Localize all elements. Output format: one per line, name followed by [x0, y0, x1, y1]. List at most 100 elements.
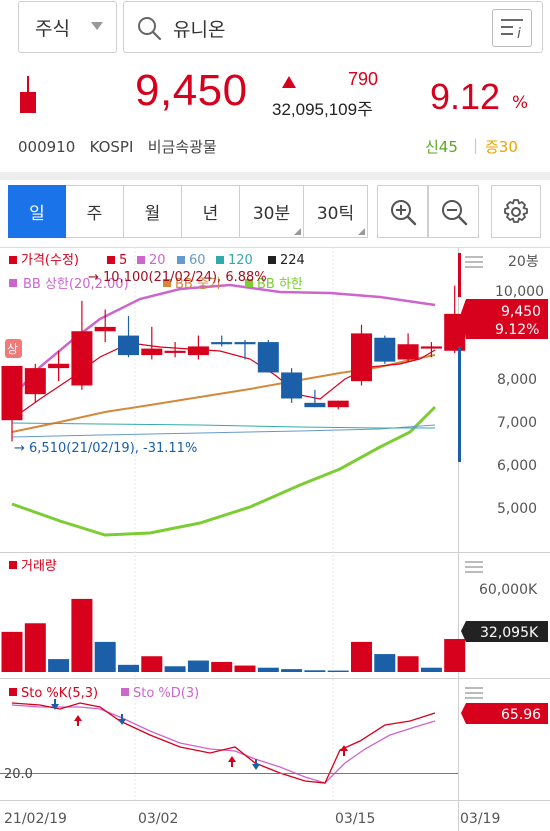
volume-bar: [420, 667, 442, 672]
change-rate-unit: %: [512, 93, 529, 113]
current-volume-value: 32,095K: [480, 625, 539, 641]
volume-bar: [397, 656, 419, 672]
price-range-bar-down: [458, 347, 461, 462]
section-divider: [0, 172, 550, 180]
candle-body: [257, 342, 279, 373]
candle-body: [211, 342, 233, 345]
volume-bar: [94, 641, 116, 672]
candle-body: [420, 346, 442, 349]
y-tick-6000: 6,000: [497, 458, 537, 474]
candle-body: [444, 313, 466, 351]
tab-30tick[interactable]: 30틱: [304, 185, 368, 238]
min-price-annotation: → 6,510(21/02/19), -31.11%: [14, 441, 197, 456]
sto-k-legend: Sto %K(5,3): [21, 686, 98, 701]
stock-search-box[interactable]: 유니온 i: [123, 1, 543, 53]
market-name: KOSPI: [89, 138, 134, 156]
current-rate-tag-value: 9.12%: [495, 322, 539, 338]
candle-body: [327, 400, 349, 408]
candle-body: [164, 350, 186, 353]
volume-bar: [351, 641, 372, 672]
max-price-annotation: → 10,100(21/02/24), 6.88%: [88, 270, 267, 285]
tab-week[interactable]: 주: [66, 185, 124, 238]
volume-bar: [71, 598, 93, 672]
zoom-in-icon: [390, 199, 416, 225]
up-triangle-icon: [282, 76, 296, 88]
tab-label: 30틱: [316, 204, 355, 224]
tab-year[interactable]: 년: [182, 185, 240, 238]
volume-bar: [24, 623, 46, 672]
volume-bar: [327, 670, 349, 672]
new-high-badge: 신45: [425, 138, 458, 156]
candle-body: [397, 344, 419, 360]
candle-body: [234, 342, 256, 345]
chart-settings-button[interactable]: [491, 185, 541, 238]
max-price-text: 10,100(21/02/24), 6.88%: [103, 270, 267, 285]
y-tick-7000: 7,000: [497, 415, 537, 431]
candle-body: [141, 348, 163, 356]
stock-info: 000910 KOSPI 비금속광물: [18, 136, 217, 157]
volume-bar: [374, 654, 396, 672]
price-change: 790: [348, 69, 379, 89]
y-tick-5000: 5,000: [497, 501, 537, 517]
dropdown-corner-icon: [294, 228, 301, 235]
stock-chart[interactable]: 가격(수정) 5 20 60 120 224 BB 상한(20,2.00) BB…: [0, 247, 550, 831]
tab-label: 년: [202, 204, 219, 224]
quote-header: 9,450 790 32,095,109주 9.12 % 000910 KOSP…: [0, 60, 550, 180]
candle-body: [24, 368, 46, 395]
market-select-label: 주식: [35, 17, 70, 40]
candle-body: [187, 346, 209, 356]
tab-month[interactable]: 월: [124, 185, 182, 238]
candle-body: [118, 335, 139, 356]
market-select[interactable]: 주식: [18, 1, 117, 53]
caret-down-icon: [91, 22, 103, 30]
list-menu-button[interactable]: i: [492, 9, 532, 47]
dropdown-corner-icon: [358, 228, 365, 235]
tab-30min[interactable]: 30분: [240, 185, 304, 238]
candle-body: [94, 326, 116, 332]
limit-up-badge-text: 상: [7, 342, 18, 356]
sto-k-swatch: [9, 688, 17, 696]
sto-d-legend: Sto %D(3): [133, 686, 199, 701]
candle-body: [1, 365, 23, 421]
volume-bar: [118, 664, 139, 672]
volume-bar: [211, 661, 233, 672]
legend-ma224: 224: [280, 253, 305, 268]
min-price-text: 6,510(21/02/19), -31.11%: [29, 441, 197, 456]
volume-bar: [281, 669, 303, 672]
candle-body: [281, 372, 303, 399]
legend-ma5: 5: [119, 253, 127, 268]
sto-d-swatch: [121, 688, 129, 696]
volume-bar: [444, 639, 466, 672]
volume-bar: [48, 659, 70, 672]
volume-tick-60000k: 60,000K: [479, 582, 538, 598]
stock-code: 000910: [18, 138, 76, 156]
search-bar: 주식 유니온 i: [0, 0, 550, 60]
margin-rate-badge: 증30: [485, 138, 518, 156]
candle-body: [304, 402, 326, 408]
x-tick-0319: 03/19: [460, 811, 500, 827]
candle-body: [351, 333, 372, 382]
zoom-in-button[interactable]: [377, 185, 428, 238]
search-query[interactable]: 유니온: [173, 15, 225, 42]
volume-bar: [304, 670, 326, 672]
volume-bar: [164, 666, 186, 672]
y-tick-10000: 10,000: [495, 284, 544, 300]
x-tick-0302: 03/02: [138, 811, 178, 827]
volume-bar: [141, 656, 163, 672]
candle-body: [71, 331, 93, 386]
price-range-bar-up: [458, 253, 461, 297]
gear-icon: [504, 198, 528, 223]
list-info-icon: i: [501, 19, 523, 39]
y-tick-8000: 8,000: [497, 372, 537, 388]
chart-canvas[interactable]: 가격(수정) 5 20 60 120 224 BB 상한(20,2.00) BB…: [0, 247, 550, 831]
x-tick-0219: 21/02/19: [4, 811, 67, 827]
volume-bar: [1, 631, 23, 672]
bars-count-label: 20봉: [508, 254, 539, 270]
sto-20-level-label: 20.0: [4, 767, 33, 782]
volume-legend: 거래량: [21, 559, 57, 574]
tab-label: 일: [29, 204, 45, 224]
tab-label: 30분: [252, 204, 291, 224]
tab-day[interactable]: 일: [8, 185, 66, 238]
zoom-out-button[interactable]: [428, 185, 479, 238]
sector-name: 비금속광물: [147, 138, 217, 156]
